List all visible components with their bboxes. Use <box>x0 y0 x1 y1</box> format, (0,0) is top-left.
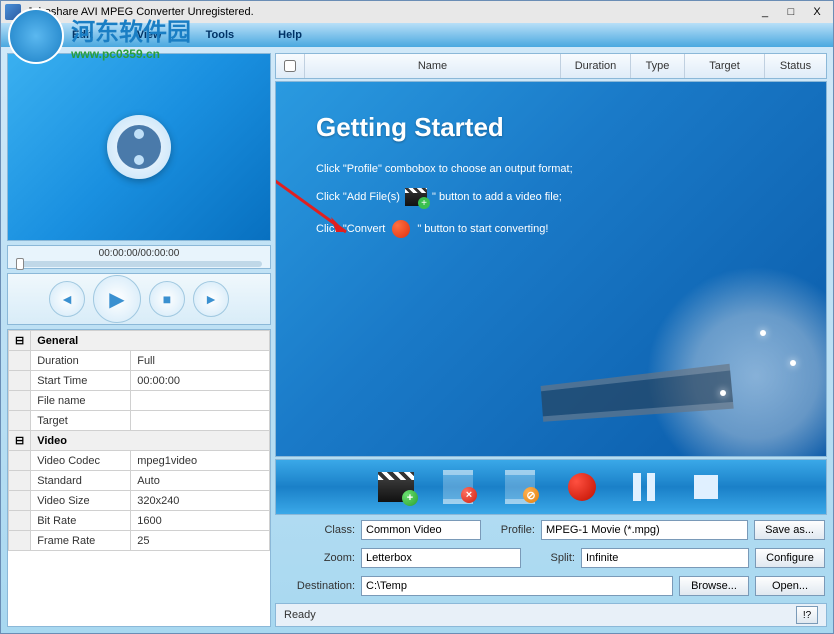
gs-line-profile: Click "Profile" combobox to choose an ou… <box>316 163 786 175</box>
prop-val[interactable]: 25 <box>131 531 270 551</box>
properties-grid[interactable]: ⊟General DurationFull Start Time00:00:00… <box>7 329 271 627</box>
disc-decoration-icon <box>646 266 827 457</box>
prop-val[interactable]: 320x240 <box>131 491 270 511</box>
pause-button[interactable] <box>624 467 664 507</box>
prop-val[interactable] <box>131 411 270 431</box>
menu-view[interactable]: View <box>137 29 162 41</box>
timeline-track[interactable] <box>16 261 262 267</box>
getting-started-title: Getting Started <box>316 112 786 143</box>
prop-val[interactable]: mpeg1video <box>131 451 270 471</box>
menu-file[interactable]: File <box>9 29 28 41</box>
maximize-button[interactable]: □ <box>779 3 803 21</box>
gs-text: Click "Add File(s) <box>316 191 400 203</box>
clear-files-button[interactable]: ⊘ <box>500 467 540 507</box>
titlebar: Joboshare AVI MPEG Converter Unregistere… <box>1 1 833 23</box>
browse-button[interactable]: Browse... <box>679 576 749 596</box>
sparkle-icon <box>790 360 796 366</box>
gs-line-convert: Click "Convert " button to start convert… <box>316 219 786 239</box>
class-select[interactable]: Common Video <box>361 520 481 540</box>
profile-label: Profile: <box>487 524 535 536</box>
gs-text: " button to add a video file; <box>432 191 562 203</box>
group-video-label: Video <box>31 431 270 451</box>
add-file-button[interactable]: + <box>376 467 416 507</box>
convert-ball-icon <box>389 219 413 239</box>
prop-key: File name <box>31 391 131 411</box>
file-list-header: Name Duration Type Target Status <box>275 53 827 79</box>
col-duration[interactable]: Duration <box>560 54 630 78</box>
col-status[interactable]: Status <box>764 54 826 78</box>
zoom-select[interactable]: Letterbox <box>361 548 521 568</box>
split-select[interactable]: Infinite <box>581 548 749 568</box>
col-type[interactable]: Type <box>630 54 684 78</box>
group-toggle-video[interactable]: ⊟ <box>9 431 31 451</box>
split-label: Split: <box>527 552 575 564</box>
profile-select[interactable]: MPEG-1 Movie (*.mpg) <box>541 520 748 540</box>
gs-text: Click "Convert <box>316 223 385 235</box>
prop-key: Standard <box>31 471 131 491</box>
sparkle-icon <box>720 390 726 396</box>
stop-button[interactable]: ■ <box>149 281 185 317</box>
prop-val[interactable]: 1600 <box>131 511 270 531</box>
sparkle-icon <box>760 330 766 336</box>
open-button[interactable]: Open... <box>755 576 825 596</box>
group-toggle-general[interactable]: ⊟ <box>9 331 31 351</box>
film-reel-icon <box>107 115 171 179</box>
col-target[interactable]: Target <box>684 54 764 78</box>
clapperboard-add-icon: + <box>404 187 428 207</box>
prop-val[interactable]: 00:00:00 <box>131 371 270 391</box>
gs-text: Click "Profile" combobox to choose an ou… <box>316 163 573 175</box>
class-label: Class: <box>277 524 355 536</box>
timeline-time: 00:00:00/00:00:00 <box>99 248 180 259</box>
prop-key: Bit Rate <box>31 511 131 531</box>
window-title: Joboshare AVI MPEG Converter Unregistere… <box>27 6 753 18</box>
timeline-thumb[interactable] <box>16 258 24 270</box>
save-as-button[interactable]: Save as... <box>754 520 825 540</box>
prop-val[interactable]: Auto <box>131 471 270 491</box>
video-preview <box>7 53 271 241</box>
prop-val[interactable]: Full <box>131 351 270 371</box>
status-text: Ready <box>284 609 796 621</box>
play-button[interactable]: ▶ <box>93 275 141 323</box>
main-toolbar: + × ⊘ <box>275 459 827 515</box>
menubar: File Edit View Tools Help <box>1 23 833 47</box>
next-button[interactable]: ► <box>193 281 229 317</box>
destination-input[interactable] <box>361 576 673 596</box>
getting-started-panel: Getting Started Click "Profile" combobox… <box>275 81 827 457</box>
prop-key: Duration <box>31 351 131 371</box>
col-name[interactable]: Name <box>304 54 560 78</box>
minimize-button[interactable]: _ <box>753 3 777 21</box>
destination-label: Destination: <box>277 580 355 592</box>
zoom-label: Zoom: <box>277 552 355 564</box>
prev-button[interactable]: ◄ <box>49 281 85 317</box>
prop-key: Frame Rate <box>31 531 131 551</box>
prop-key: Start Time <box>31 371 131 391</box>
gs-line-addfile: Click "Add File(s) + " button to add a v… <box>316 187 786 207</box>
group-general-label: General <box>31 331 270 351</box>
app-icon <box>5 4 21 20</box>
prop-key: Video Codec <box>31 451 131 471</box>
convert-button[interactable] <box>562 467 602 507</box>
status-bar: Ready !? <box>275 603 827 627</box>
gs-text: " button to start converting! <box>417 223 548 235</box>
remove-file-button[interactable]: × <box>438 467 478 507</box>
configure-button[interactable]: Configure <box>755 548 825 568</box>
status-help-button[interactable]: !? <box>796 606 818 624</box>
menu-tools[interactable]: Tools <box>206 29 235 41</box>
stop-convert-button[interactable] <box>686 467 726 507</box>
menu-help[interactable]: Help <box>278 29 302 41</box>
select-all-checkbox[interactable] <box>284 60 296 72</box>
prop-val[interactable] <box>131 391 270 411</box>
player-controls: ◄ ▶ ■ ► <box>7 273 271 325</box>
close-button[interactable]: X <box>805 3 829 21</box>
prop-key: Video Size <box>31 491 131 511</box>
menu-edit[interactable]: Edit <box>72 29 93 41</box>
timeline[interactable]: 00:00:00/00:00:00 <box>7 245 271 269</box>
prop-key: Target <box>31 411 131 431</box>
